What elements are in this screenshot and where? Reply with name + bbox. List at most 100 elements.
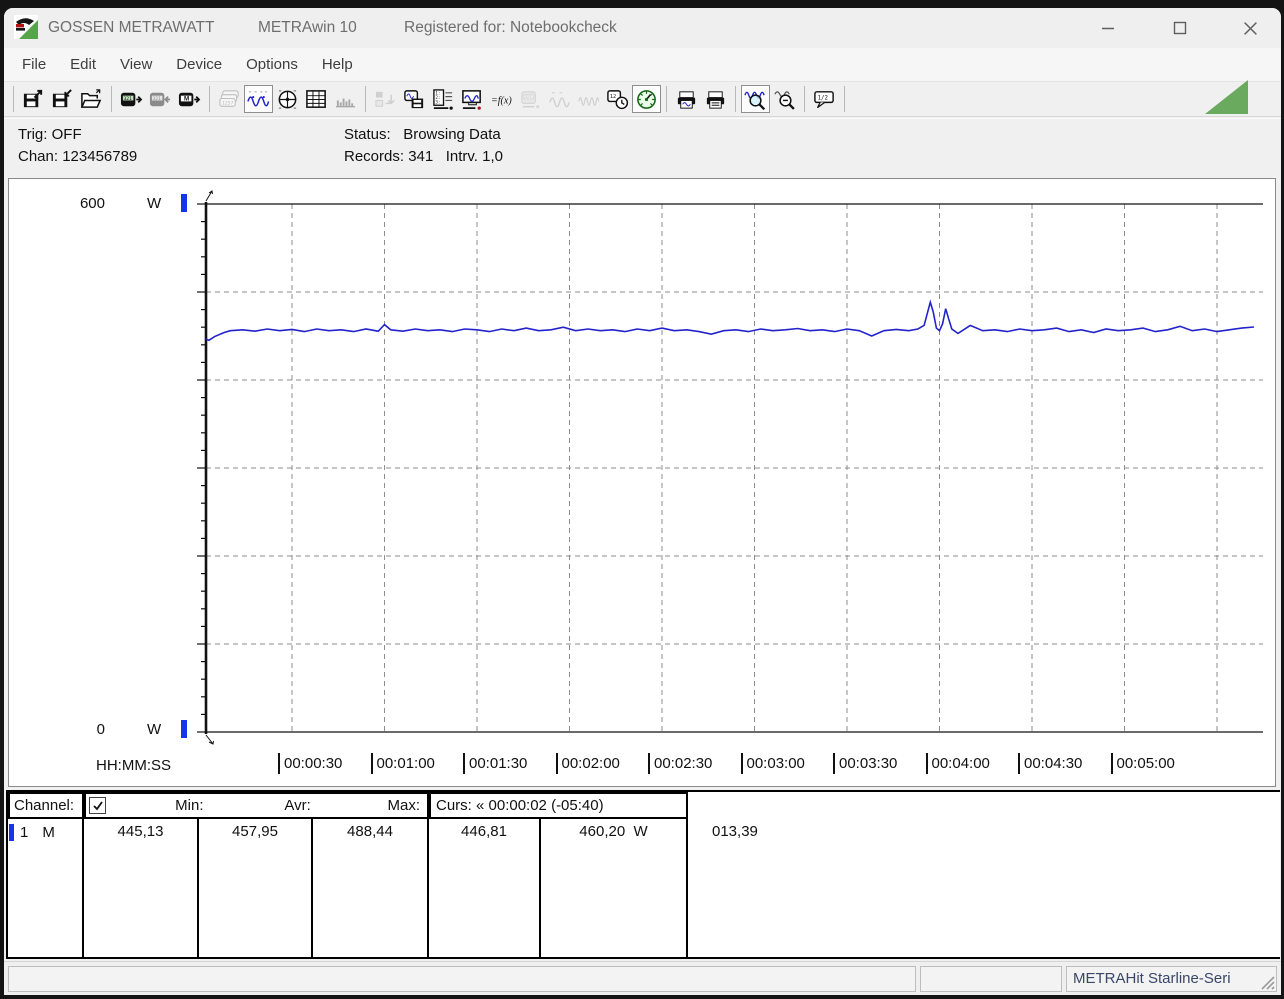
view-curve-icon <box>247 90 270 106</box>
cursor-delta-cell: 013,39 <box>712 823 758 840</box>
title-bar[interactable]: GOSSEN METRAWATT METRAwin 10 Registered … <box>4 8 1281 48</box>
toolbar-export-data-button <box>371 85 400 113</box>
formula-fx-icon: =f(x) <box>491 95 512 106</box>
toolbar-separator <box>666 86 667 112</box>
toolbar-wave-single-button <box>545 85 574 113</box>
x-tick-mark <box>1018 753 1020 774</box>
max-header: Max: <box>387 797 420 814</box>
close-icon <box>1243 21 1257 35</box>
toolbar-view-curve-button[interactable] <box>244 85 273 113</box>
toolbar-open-file-button[interactable] <box>77 85 106 113</box>
statusbar-device-panel: METRAHit Starline-Seri <box>1066 966 1277 992</box>
toolbar-wave-multi-button <box>574 85 603 113</box>
x-tick-mark <box>740 753 743 774</box>
gauge-live-icon <box>637 89 656 109</box>
x-tick-mark <box>648 753 650 774</box>
y-axis-max-unit: W <box>147 195 162 212</box>
toolbar-annotations-button[interactable]: 1/2 <box>810 85 839 113</box>
toolbar-device-read-button[interactable]: 321 <box>117 85 146 113</box>
toolbar-separator <box>735 86 736 112</box>
channel-number: 1 <box>20 824 29 841</box>
device-memory-icon: M <box>178 92 201 106</box>
toolbar-gauge-live-button[interactable] <box>632 85 661 113</box>
toolbar-zoom-out-curve-button[interactable] <box>770 85 799 113</box>
toolbar-print-preview-button[interactable] <box>672 85 701 113</box>
toolbar-time-interval-button[interactable]: 12 <box>603 85 632 113</box>
maximize-icon <box>1173 21 1187 35</box>
menu-item-options[interactable]: Options <box>234 48 310 81</box>
menu-item-device[interactable]: Device <box>164 48 234 81</box>
power-line-chart[interactable] <box>190 184 1264 752</box>
device-config-icon: 321 <box>521 90 540 108</box>
x-tick-00:03:00: 00:03:00 <box>740 753 805 774</box>
menu-item-help[interactable]: Help <box>310 48 365 81</box>
menu-item-file[interactable]: File <box>10 48 58 81</box>
title-app-name: METRAwin 10 <box>258 19 357 36</box>
min-value-cell: 445,13 <box>84 819 199 959</box>
x-tick-00:01:30: 00:01:30 <box>463 753 527 774</box>
x-tick-00:02:00: 00:02:00 <box>555 753 620 774</box>
device-write-icon: 321 <box>149 92 171 106</box>
statusbar-panel-secondary <box>920 966 1062 992</box>
toolbar-multi-display-button: 1257 <box>215 85 244 113</box>
channel1-range-marker-top[interactable] <box>181 194 187 212</box>
toolbar-separator <box>111 86 112 112</box>
resize-grip-icon[interactable] <box>1259 974 1275 990</box>
toolbar-device-config-button: 321 <box>516 85 545 113</box>
min-header: Min: <box>175 797 204 814</box>
toolbar-monitor-live-button[interactable] <box>458 85 487 113</box>
toolbar-save-import-button[interactable] <box>48 85 77 113</box>
toolbar-view-table-button[interactable] <box>302 85 331 113</box>
toolbar-formula-fx-button[interactable]: =f(x) <box>487 85 516 113</box>
toolbar-channel-setup-button[interactable]: 1: 2: 3: <box>429 85 458 113</box>
x-tick-mark <box>925 753 928 774</box>
close-button[interactable] <box>1232 13 1268 43</box>
open-file-icon <box>80 88 102 108</box>
menu-item-edit[interactable]: Edit <box>58 48 108 81</box>
checkmark-icon <box>92 800 103 810</box>
x-tick-mark <box>370 753 373 774</box>
minimize-icon <box>1102 27 1114 30</box>
measurement-table: Channel: Min: Avr: Max: Curs: « 00:00:02… <box>6 790 1280 959</box>
zoom-curve-icon <box>744 91 766 110</box>
toolbar-view-meter-button[interactable] <box>273 85 302 113</box>
toolbar-device-store-button[interactable] <box>400 85 429 113</box>
maximize-button[interactable] <box>1162 13 1198 43</box>
channel1-color-marker <box>9 824 14 841</box>
connected-device-name: METRAHit Starline-Seri <box>1073 970 1231 987</box>
svg-text:321: 321 <box>153 95 162 101</box>
x-tick-00:03:30: 00:03:30 <box>833 753 897 774</box>
channel1-visibility-checkbox[interactable] <box>89 797 106 814</box>
x-tick-00:05:00: 00:05:00 <box>1110 753 1175 774</box>
toolbar-separator <box>365 86 366 112</box>
table-header-row: Channel: Min: Avr: Max: Curs: « 00:00:02… <box>8 792 1280 819</box>
avr-value-cell: 457,95 <box>199 819 313 959</box>
channel1-range-marker-bottom[interactable] <box>181 720 187 738</box>
save-import-icon <box>52 88 72 107</box>
minimize-button[interactable] <box>1090 13 1126 43</box>
toolbar-separator <box>13 86 14 112</box>
channel-id-cell[interactable]: 1 M <box>8 819 84 959</box>
max-value-cell: 488,44 <box>313 819 429 959</box>
print-icon <box>706 90 725 109</box>
cursor2-value: 460,20 <box>579 823 626 840</box>
x-tick-00:04:30: 00:04:30 <box>1018 753 1082 774</box>
cursor1-value-cell: 446,81 <box>429 819 541 959</box>
svg-text:3:: 3: <box>435 99 440 104</box>
view-histogram-icon <box>335 98 356 107</box>
unit-label: W <box>633 823 648 840</box>
toolbar-print-button[interactable] <box>701 85 730 113</box>
x-tick-00:02:30: 00:02:30 <box>648 753 712 774</box>
view-table-icon <box>306 89 326 108</box>
toolbar-zoom-curve-button[interactable] <box>741 85 770 113</box>
monitor-live-icon <box>462 89 481 110</box>
chart-panel[interactable]: 600 W 0 W HH:MM:SS 00:00:30 00:01:00 00:01… <box>8 178 1276 787</box>
toolbar-save-export-button[interactable] <box>19 85 48 113</box>
menu-item-view[interactable]: View <box>108 48 164 81</box>
x-tick-00:01:00: 00:01:00 <box>370 753 435 774</box>
print-preview-icon <box>677 90 696 109</box>
toolbar-separator <box>804 86 805 112</box>
channel-setup-icon: 1:2:3: <box>433 88 453 110</box>
toolbar-device-memory-button[interactable]: M <box>175 85 204 113</box>
records-interval-status: Records: 341 Intrv. 1,0 <box>344 148 503 165</box>
